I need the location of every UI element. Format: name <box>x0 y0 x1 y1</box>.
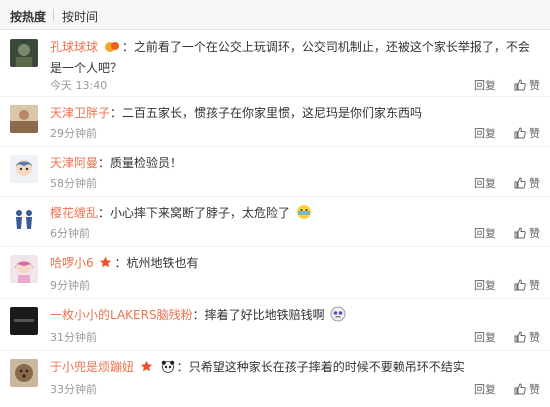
comment-time: 33分钟前 <box>50 383 97 396</box>
username-link[interactable]: 于小兜是烦蹦妞 <box>50 360 134 374</box>
like-button[interactable]: 赞 <box>514 175 540 191</box>
comment-content: 天津阿曼：质量检验员！ <box>50 156 183 170</box>
like-button[interactable]: 赞 <box>514 225 540 241</box>
comment-item: 一枚小小的LAKERS脑残粉：摔着了好比地铁赔钱啊 31分钟前 回复 赞 <box>0 299 550 351</box>
like-label: 赞 <box>529 79 540 92</box>
comment-text: 只希望这种家长在孩子摔着的时候不要赖吊环不结实 <box>188 360 465 374</box>
comment-actions: 回复 赞 <box>474 381 540 397</box>
like-button[interactable]: 赞 <box>514 125 540 141</box>
nervous-face-emoji-icon <box>296 204 312 226</box>
comment-item: 于小兜是烦蹦妞 ：只希望这种家长在孩子摔着的时候不要赖吊环不结实 33分钟前 回… <box>0 351 550 407</box>
username-link[interactable]: 一枚小小的LAKERS脑残粉 <box>50 308 193 322</box>
sort-bar: 按热度 按时间 <box>0 0 550 30</box>
comment-actions: 回复 赞 <box>474 277 540 293</box>
comment-text: 二百五家长，惯孩子在你家里惯，这尼玛是你们家东西吗 <box>122 106 423 120</box>
username-link[interactable]: 天津卫胖子 <box>50 106 110 120</box>
reply-button[interactable]: 回复 <box>474 77 496 93</box>
fan-badge-icon <box>104 40 120 59</box>
username-link[interactable]: 天津阿曼 <box>50 156 98 170</box>
comment-content: 樱花缠乱：小心摔下来窝断了脖子，太危险了 <box>50 204 538 226</box>
comment-actions: 回复 赞 <box>474 125 540 141</box>
like-label: 赞 <box>529 177 540 190</box>
username-link[interactable]: 樱花缠乱 <box>50 206 98 220</box>
thumbs-up-icon <box>514 383 526 395</box>
thumbs-up-icon <box>514 227 526 239</box>
comment-item: 天津阿曼：质量检验员！ 58分钟前 回复 赞 <box>0 147 550 197</box>
user-avatar[interactable] <box>10 307 38 335</box>
comment-text: 质量检验员！ <box>110 156 183 170</box>
user-avatar[interactable] <box>10 255 38 283</box>
crying-face-emoji-icon <box>330 306 346 328</box>
comment-time: 今天 13:40 <box>50 79 108 92</box>
user-avatar[interactable] <box>10 155 38 183</box>
comment-item: 孔球球球 ：之前看了一个在公交上玩调环，公交司机制止，还被这个家长举报了，不会是… <box>0 31 550 97</box>
comment-item: 樱花缠乱：小心摔下来窝断了脖子，太危险了 6分钟前 回复 赞 <box>0 197 550 247</box>
comment-item: 哈啰小6 ：杭州地铁也有 9分钟前 回复 赞 <box>0 247 550 299</box>
thumbs-up-icon <box>514 177 526 189</box>
thumbs-up-icon <box>514 279 526 291</box>
sort-divider <box>53 9 54 21</box>
thumbs-up-icon <box>514 331 526 343</box>
comment-time: 9分钟前 <box>50 279 90 292</box>
comment-content: 哈啰小6 ：杭州地铁也有 <box>50 254 538 275</box>
like-label: 赞 <box>529 127 540 140</box>
user-avatar[interactable] <box>10 105 38 133</box>
username-link[interactable]: 孔球球球 <box>50 40 98 54</box>
user-avatar[interactable] <box>10 205 38 233</box>
thumbs-up-icon <box>514 79 526 91</box>
comment-content: 孔球球球 ：之前看了一个在公交上玩调环，公交司机制止，还被这个家长举报了，不会是… <box>50 40 530 75</box>
comment-time: 31分钟前 <box>50 331 97 344</box>
comment-actions: 回复 赞 <box>474 175 540 191</box>
comment-content: 天津卫胖子：二百五家长，惯孩子在你家里惯，这尼玛是你们家东西吗 <box>50 106 423 120</box>
panda-badge-icon <box>161 360 175 379</box>
sort-by-hot-tab[interactable]: 按热度 <box>10 8 46 25</box>
comment-actions: 回复 赞 <box>474 329 540 345</box>
like-label: 赞 <box>529 279 540 292</box>
comment-time: 29分钟前 <box>50 127 97 140</box>
reply-button[interactable]: 回复 <box>474 175 496 191</box>
reply-button[interactable]: 回复 <box>474 381 496 397</box>
user-avatar[interactable] <box>10 359 38 387</box>
comment-text: 小心摔下来窝断了脖子，太危险了 <box>110 206 291 220</box>
comment-time: 58分钟前 <box>50 177 97 190</box>
like-label: 赞 <box>529 383 540 396</box>
star-badge-icon <box>99 256 112 275</box>
comment-actions: 回复 赞 <box>474 77 540 93</box>
reply-button[interactable]: 回复 <box>474 329 496 345</box>
like-button[interactable]: 赞 <box>514 277 540 293</box>
comment-actions: 回复 赞 <box>474 225 540 241</box>
comment-text: 摔着了好比地铁赔钱啊 <box>204 308 325 322</box>
comment-time: 6分钟前 <box>50 227 90 240</box>
comment-text: 杭州地铁也有 <box>126 256 199 270</box>
like-button[interactable]: 赞 <box>514 77 540 93</box>
reply-button[interactable]: 回复 <box>474 277 496 293</box>
like-button[interactable]: 赞 <box>514 381 540 397</box>
reply-button[interactable]: 回复 <box>474 125 496 141</box>
reply-button[interactable]: 回复 <box>474 225 496 241</box>
like-button[interactable]: 赞 <box>514 329 540 345</box>
comment-content: 一枚小小的LAKERS脑残粉：摔着了好比地铁赔钱啊 <box>50 306 538 328</box>
comment-content: 于小兜是烦蹦妞 ：只希望这种家长在孩子摔着的时候不要赖吊环不结实 <box>50 358 538 379</box>
sort-by-time-tab[interactable]: 按时间 <box>62 8 98 25</box>
username-link[interactable]: 哈啰小6 <box>50 256 94 270</box>
comment-item: 天津卫胖子：二百五家长，惯孩子在你家里惯，这尼玛是你们家东西吗 29分钟前 回复… <box>0 97 550 147</box>
like-label: 赞 <box>529 331 540 344</box>
user-avatar[interactable] <box>10 39 38 67</box>
star-badge-icon <box>140 360 153 379</box>
thumbs-up-icon <box>514 127 526 139</box>
like-label: 赞 <box>529 227 540 240</box>
